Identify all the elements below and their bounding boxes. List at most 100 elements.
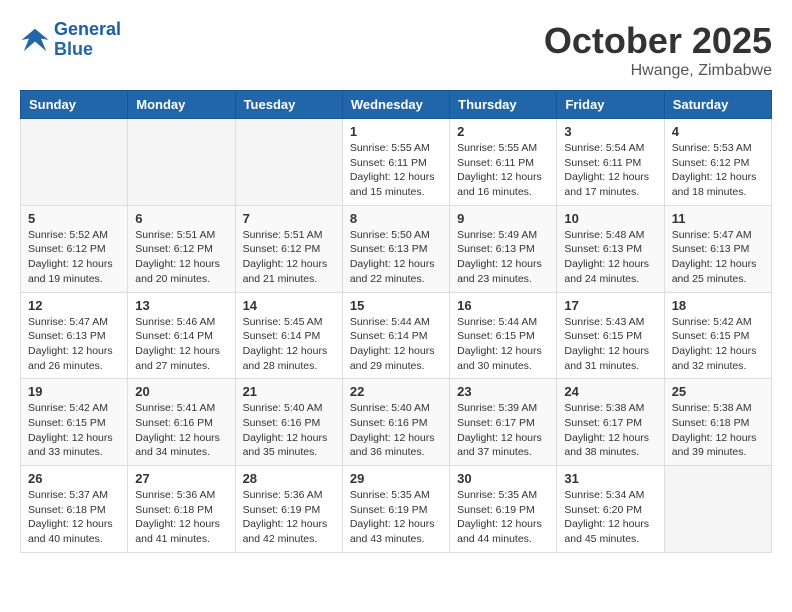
- calendar-cell: 13Sunrise: 5:46 AM Sunset: 6:14 PM Dayli…: [128, 292, 235, 379]
- day-number: 4: [672, 124, 764, 139]
- calendar-cell: 7 Sunrise: 5:51 AM Sunset: 6:12 PM Daylig…: [235, 205, 342, 292]
- calendar-cell: 11 Sunrise: 5:47 AM Sunset: 6:13 PM Dayli…: [664, 205, 771, 292]
- weekday-header: Wednesday: [342, 91, 449, 119]
- calendar-week-row: 19 Sunrise: 5:42 AM Sunset: 6:15 PM Dayli…: [21, 379, 772, 466]
- location-title: Hwange, Zimbabwe: [544, 62, 772, 80]
- day-info: Sunrise: 5:34 AM Sunset: 6:20 PM Dayligh…: [564, 488, 656, 547]
- calendar-cell: 24 Sunrise: 5:38 AM Sunset: 6:17 PM Dayli…: [557, 379, 664, 466]
- day-info: Sunrise: 5:40 AM Sunset: 6:16 PM Dayligh…: [350, 401, 442, 460]
- month-title: October 2025: [544, 20, 772, 62]
- calendar-cell: 3 Sunrise: 5:54 AM Sunset: 6:11 PM Daylig…: [557, 119, 664, 206]
- calendar-cell: 22 Sunrise: 5:40 AM Sunset: 6:16 PM Dayli…: [342, 379, 449, 466]
- calendar-cell: 29Sunrise: 5:35 AM Sunset: 6:19 PM Dayli…: [342, 466, 449, 553]
- calendar-cell: 30 Sunrise: 5:35 AM Sunset: 6:19 PM Dayli…: [450, 466, 557, 553]
- logo: General Blue: [20, 20, 121, 60]
- day-number: 22: [350, 384, 442, 399]
- day-info: Sunrise: 5:48 AM Sunset: 6:13 PM Dayligh…: [564, 228, 656, 287]
- day-number: 25: [672, 384, 764, 399]
- day-info: Sunrise: 5:44 AM Sunset: 6:14 PM Dayligh…: [350, 315, 442, 374]
- calendar-cell: 25Sunrise: 5:38 AM Sunset: 6:18 PM Dayli…: [664, 379, 771, 466]
- day-number: 31: [564, 471, 656, 486]
- day-number: 30: [457, 471, 549, 486]
- day-number: 24: [564, 384, 656, 399]
- day-info: Sunrise: 5:36 AM Sunset: 6:18 PM Dayligh…: [135, 488, 227, 547]
- day-info: Sunrise: 5:36 AM Sunset: 6:19 PM Dayligh…: [243, 488, 335, 547]
- calendar-cell: [235, 119, 342, 206]
- calendar-cell: 21Sunrise: 5:40 AM Sunset: 6:16 PM Dayli…: [235, 379, 342, 466]
- logo-line1: General: [54, 19, 121, 39]
- day-number: 2: [457, 124, 549, 139]
- day-number: 1: [350, 124, 442, 139]
- day-info: Sunrise: 5:44 AM Sunset: 6:15 PM Dayligh…: [457, 315, 549, 374]
- day-number: 8: [350, 211, 442, 226]
- day-info: Sunrise: 5:35 AM Sunset: 6:19 PM Dayligh…: [457, 488, 549, 547]
- day-info: Sunrise: 5:51 AM Sunset: 6:12 PM Dayligh…: [135, 228, 227, 287]
- calendar-cell: 5Sunrise: 5:52 AM Sunset: 6:12 PM Daylig…: [21, 205, 128, 292]
- day-number: 20: [135, 384, 227, 399]
- day-info: Sunrise: 5:55 AM Sunset: 6:11 PM Dayligh…: [457, 141, 549, 200]
- calendar-cell: 1 Sunrise: 5:55 AM Sunset: 6:11 PM Daylig…: [342, 119, 449, 206]
- calendar-cell: 12Sunrise: 5:47 AM Sunset: 6:13 PM Dayli…: [21, 292, 128, 379]
- day-number: 3: [564, 124, 656, 139]
- weekday-header: Tuesday: [235, 91, 342, 119]
- weekday-header: Friday: [557, 91, 664, 119]
- calendar-cell: 23 Sunrise: 5:39 AM Sunset: 6:17 PM Dayli…: [450, 379, 557, 466]
- calendar-cell: 8 Sunrise: 5:50 AM Sunset: 6:13 PM Daylig…: [342, 205, 449, 292]
- logo-text: General Blue: [54, 20, 121, 60]
- day-info: Sunrise: 5:55 AM Sunset: 6:11 PM Dayligh…: [350, 141, 442, 200]
- calendar-cell: 26Sunrise: 5:37 AM Sunset: 6:18 PM Dayli…: [21, 466, 128, 553]
- day-info: Sunrise: 5:39 AM Sunset: 6:17 PM Dayligh…: [457, 401, 549, 460]
- day-info: Sunrise: 5:38 AM Sunset: 6:17 PM Dayligh…: [564, 401, 656, 460]
- day-number: 18: [672, 298, 764, 313]
- day-number: 12: [28, 298, 120, 313]
- day-number: 17: [564, 298, 656, 313]
- day-number: 14: [243, 298, 335, 313]
- page-header: General Blue October 2025 Hwange, Zimbab…: [20, 20, 772, 80]
- calendar-cell: [664, 466, 771, 553]
- day-info: Sunrise: 5:45 AM Sunset: 6:14 PM Dayligh…: [243, 315, 335, 374]
- calendar-cell: 14 Sunrise: 5:45 AM Sunset: 6:14 PM Dayli…: [235, 292, 342, 379]
- calendar-cell: 27 Sunrise: 5:36 AM Sunset: 6:18 PM Dayli…: [128, 466, 235, 553]
- calendar-cell: 4 Sunrise: 5:53 AM Sunset: 6:12 PM Daylig…: [664, 119, 771, 206]
- day-number: 19: [28, 384, 120, 399]
- day-info: Sunrise: 5:46 AM Sunset: 6:14 PM Dayligh…: [135, 315, 227, 374]
- day-info: Sunrise: 5:54 AM Sunset: 6:11 PM Dayligh…: [564, 141, 656, 200]
- day-number: 10: [564, 211, 656, 226]
- logo-line2: Blue: [54, 39, 93, 59]
- day-number: 23: [457, 384, 549, 399]
- calendar-cell: 19 Sunrise: 5:42 AM Sunset: 6:15 PM Dayli…: [21, 379, 128, 466]
- calendar-week-row: 5Sunrise: 5:52 AM Sunset: 6:12 PM Daylig…: [21, 205, 772, 292]
- day-info: Sunrise: 5:43 AM Sunset: 6:15 PM Dayligh…: [564, 315, 656, 374]
- calendar-week-row: 1 Sunrise: 5:55 AM Sunset: 6:11 PM Daylig…: [21, 119, 772, 206]
- calendar-cell: [128, 119, 235, 206]
- weekday-header: Saturday: [664, 91, 771, 119]
- calendar-cell: 16 Sunrise: 5:44 AM Sunset: 6:15 PM Dayli…: [450, 292, 557, 379]
- day-number: 11: [672, 211, 764, 226]
- calendar-cell: 9 Sunrise: 5:49 AM Sunset: 6:13 PM Daylig…: [450, 205, 557, 292]
- weekday-header-row: SundayMondayTuesdayWednesdayThursdayFrid…: [21, 91, 772, 119]
- calendar-cell: 28Sunrise: 5:36 AM Sunset: 6:19 PM Dayli…: [235, 466, 342, 553]
- calendar-cell: 20 Sunrise: 5:41 AM Sunset: 6:16 PM Dayli…: [128, 379, 235, 466]
- day-info: Sunrise: 5:53 AM Sunset: 6:12 PM Dayligh…: [672, 141, 764, 200]
- day-info: Sunrise: 5:47 AM Sunset: 6:13 PM Dayligh…: [672, 228, 764, 287]
- day-info: Sunrise: 5:35 AM Sunset: 6:19 PM Dayligh…: [350, 488, 442, 547]
- calendar-cell: 17 Sunrise: 5:43 AM Sunset: 6:15 PM Dayli…: [557, 292, 664, 379]
- day-info: Sunrise: 5:37 AM Sunset: 6:18 PM Dayligh…: [28, 488, 120, 547]
- day-number: 7: [243, 211, 335, 226]
- calendar-cell: 2 Sunrise: 5:55 AM Sunset: 6:11 PM Daylig…: [450, 119, 557, 206]
- title-block: October 2025 Hwange, Zimbabwe: [544, 20, 772, 80]
- day-number: 27: [135, 471, 227, 486]
- day-number: 9: [457, 211, 549, 226]
- calendar-cell: [21, 119, 128, 206]
- calendar-cell: 15Sunrise: 5:44 AM Sunset: 6:14 PM Dayli…: [342, 292, 449, 379]
- weekday-header: Thursday: [450, 91, 557, 119]
- day-info: Sunrise: 5:42 AM Sunset: 6:15 PM Dayligh…: [672, 315, 764, 374]
- day-info: Sunrise: 5:42 AM Sunset: 6:15 PM Dayligh…: [28, 401, 120, 460]
- day-info: Sunrise: 5:49 AM Sunset: 6:13 PM Dayligh…: [457, 228, 549, 287]
- day-info: Sunrise: 5:51 AM Sunset: 6:12 PM Dayligh…: [243, 228, 335, 287]
- day-info: Sunrise: 5:52 AM Sunset: 6:12 PM Dayligh…: [28, 228, 120, 287]
- calendar-cell: 31 Sunrise: 5:34 AM Sunset: 6:20 PM Dayli…: [557, 466, 664, 553]
- day-info: Sunrise: 5:41 AM Sunset: 6:16 PM Dayligh…: [135, 401, 227, 460]
- day-info: Sunrise: 5:50 AM Sunset: 6:13 PM Dayligh…: [350, 228, 442, 287]
- day-number: 16: [457, 298, 549, 313]
